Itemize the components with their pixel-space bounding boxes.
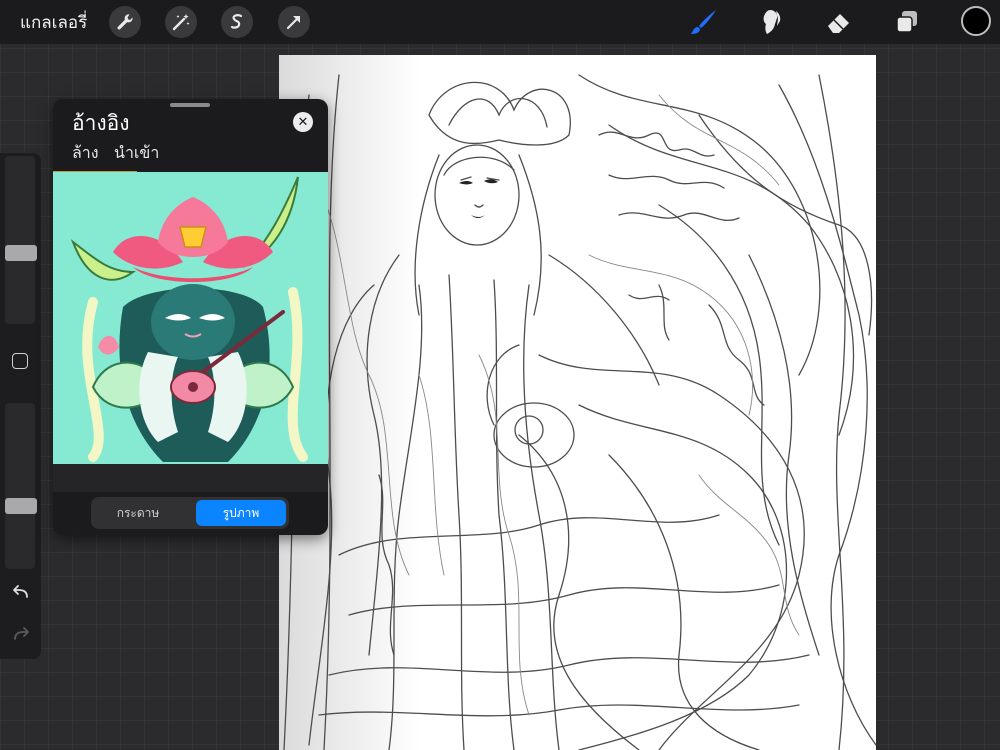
brush-size-slider[interactable] <box>5 156 35 324</box>
gallery-button[interactable]: แกลเลอรี่ <box>20 9 87 36</box>
opacity-slider[interactable] <box>5 403 35 569</box>
brush-size-thumb[interactable] <box>5 245 37 261</box>
magic-wand-icon[interactable] <box>165 6 197 38</box>
top-toolbar: แกลเลอรี่ <box>0 0 1000 44</box>
redo-icon[interactable] <box>10 623 32 645</box>
panel-grabber[interactable] <box>170 103 210 107</box>
color-swatch[interactable] <box>961 6 991 36</box>
transform-arrow-icon[interactable] <box>278 6 310 38</box>
reference-image[interactable] <box>53 172 328 464</box>
layers-icon[interactable] <box>891 6 923 38</box>
close-icon[interactable]: ✕ <box>293 112 313 132</box>
clear-button[interactable]: ล้าง <box>72 141 99 166</box>
mode-image-button[interactable]: รูปภาพ <box>196 500 286 526</box>
wrench-icon[interactable] <box>109 6 141 38</box>
left-sidebar <box>0 153 41 659</box>
reference-footer <box>53 464 328 492</box>
reference-mode-control: กระดาษ รูปภาพ <box>91 497 289 529</box>
eraser-icon[interactable] <box>823 6 855 38</box>
selection-icon[interactable] <box>221 6 253 38</box>
import-button[interactable]: นำเข้า <box>114 141 159 166</box>
opacity-thumb[interactable] <box>5 498 37 514</box>
reference-panel[interactable]: อ้างอิง ล้าง นำเข้า ✕ กระดาษ รูปภาพ <box>53 99 328 535</box>
mode-canvas-button[interactable]: กระดาษ <box>94 500 182 526</box>
smudge-icon[interactable] <box>755 6 787 38</box>
reference-title: อ้างอิง <box>72 111 130 135</box>
undo-icon[interactable] <box>10 581 32 603</box>
brush-icon[interactable] <box>688 6 720 38</box>
sketch-artwork <box>283 74 876 750</box>
drawing-canvas[interactable] <box>279 55 876 750</box>
modify-button[interactable] <box>12 353 28 369</box>
